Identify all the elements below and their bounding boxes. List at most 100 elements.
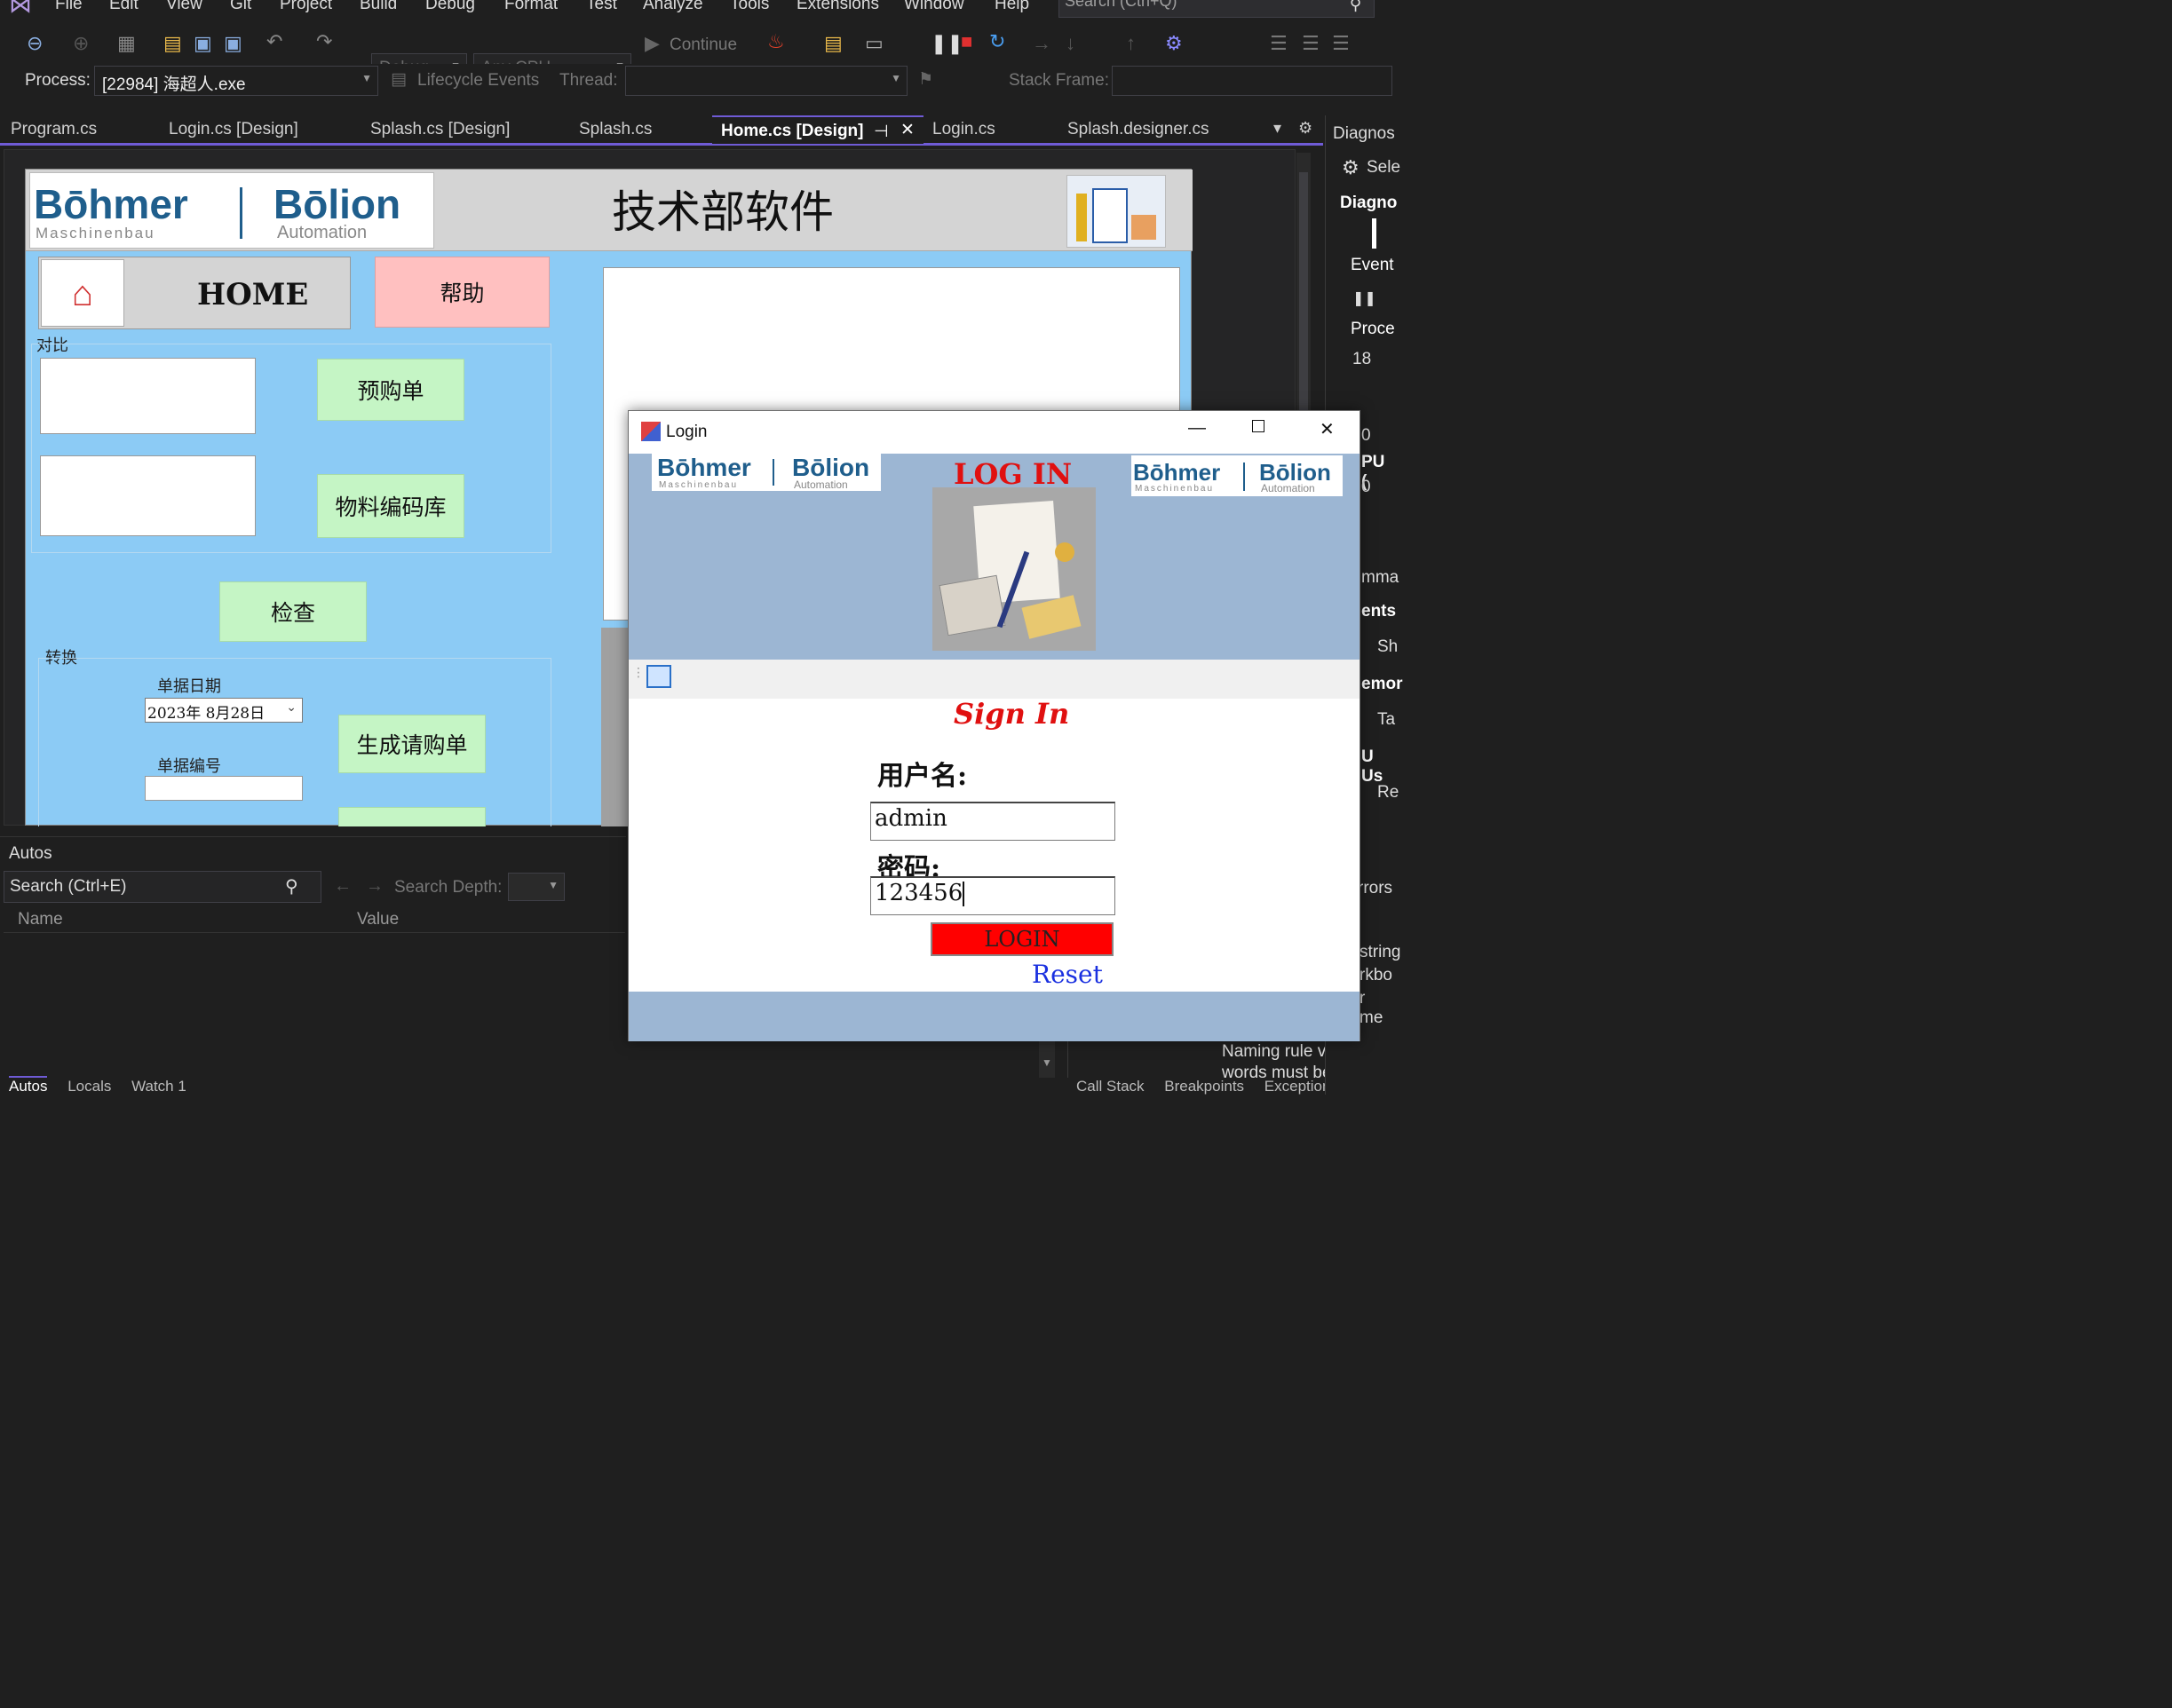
menu-help[interactable]: Help (995, 0, 1029, 14)
hot-reload-icon[interactable]: ♨ (767, 30, 785, 53)
image-icon[interactable] (646, 665, 671, 688)
menu-build[interactable]: Build (360, 0, 397, 14)
autos-search-input[interactable]: Search (Ctrl+E) ⚲ (4, 871, 321, 903)
check-button[interactable]: 检查 (219, 581, 367, 642)
pause-icon[interactable]: ❚❚ (1352, 289, 1376, 307)
menu-analyze[interactable]: Analyze (643, 0, 703, 14)
global-search-input[interactable]: Search (Ctrl+Q) ⚲ (1058, 0, 1375, 18)
errors-tab[interactable]: rrors (1358, 879, 1392, 898)
redo-icon[interactable]: ↷ (316, 30, 332, 53)
compare-textbox-2[interactable] (40, 455, 256, 536)
continue-icon[interactable]: ▶ (645, 32, 660, 55)
forward-arrow-icon[interactable]: → (366, 876, 384, 897)
save-icon[interactable]: ▣ (194, 32, 212, 55)
tab-home-design[interactable]: Home.cs [Design] ⊣ ✕ (712, 115, 923, 144)
diagnostics-icon[interactable]: ⚙ (1165, 32, 1183, 55)
align-icon[interactable]: ☰ (1270, 32, 1288, 55)
menu-extensions[interactable]: Extensions (797, 0, 879, 14)
browser-icon[interactable]: ▭ (865, 32, 884, 55)
tab-login-design[interactable]: Login.cs [Design] (160, 115, 307, 144)
col-value[interactable]: Value (357, 910, 399, 929)
doc-number-textbox[interactable] (145, 776, 303, 801)
generate-requisition-button[interactable]: 生成请购单 (338, 715, 486, 773)
stop-icon[interactable]: ■ (961, 30, 972, 53)
save-all-icon[interactable]: ▣ (224, 32, 242, 55)
process-select[interactable]: [22984] 海超人.exe ▼ (94, 66, 378, 96)
folder-icon[interactable]: ▤ (824, 32, 843, 55)
tab-program-cs[interactable]: Program.cs (2, 115, 106, 144)
align-right-icon[interactable]: ☰ (1332, 32, 1350, 55)
tab-watch[interactable]: Watch 1 (131, 1078, 186, 1095)
summary-tab[interactable]: mma (1361, 568, 1399, 588)
doc-date-picker[interactable]: 2023年 8月28日 ⌄ (145, 698, 303, 723)
tab-autos[interactable]: Autos (9, 1076, 48, 1095)
search-icon[interactable]: ⚲ (285, 875, 298, 897)
password-input[interactable]: 123456 (870, 876, 1115, 915)
menu-tools[interactable]: Tools (730, 0, 769, 14)
close-icon[interactable]: ✕ (1320, 418, 1335, 440)
lifecycle-icon[interactable]: ▤ (391, 69, 407, 90)
back-icon[interactable]: ⊖ (27, 32, 43, 55)
tab-splash-cs[interactable]: Splash.cs (570, 115, 661, 144)
gear-icon[interactable]: ⚙ (1298, 119, 1312, 138)
menu-format[interactable]: Format (504, 0, 558, 14)
partial-button[interactable] (338, 807, 486, 826)
menu-project[interactable]: Project (280, 0, 332, 14)
scroll-thumb[interactable] (1299, 172, 1308, 439)
help-button[interactable]: 帮助 (375, 257, 550, 328)
open-folder-icon[interactable]: ▤ (163, 32, 182, 55)
login-button[interactable]: LOGIN (931, 922, 1114, 956)
back-arrow-icon[interactable]: ← (334, 876, 352, 897)
menu-git[interactable]: Git (230, 0, 251, 14)
scroll-down-icon[interactable]: ▼ (1042, 1056, 1052, 1069)
close-icon[interactable]: ✕ (900, 120, 915, 140)
restart-icon[interactable]: ↻ (989, 30, 1005, 53)
search-depth-select[interactable]: ▼ (508, 873, 565, 901)
preorder-button[interactable]: 预购单 (317, 359, 464, 421)
new-item-icon[interactable]: ▦ (117, 32, 136, 55)
take-snapshot[interactable]: Ta (1377, 710, 1395, 730)
reset-link[interactable]: Reset (1032, 960, 1103, 989)
show-events[interactable]: Sh (1377, 637, 1398, 657)
col-name[interactable]: Name (18, 910, 63, 929)
maximize-icon[interactable] (1252, 420, 1264, 432)
vs-logo-icon[interactable]: ⋈ (9, 0, 32, 19)
tab-locals[interactable]: Locals (67, 1078, 111, 1095)
gear-icon[interactable]: ⚙ (1342, 156, 1359, 179)
menu-edit[interactable]: Edit (109, 0, 139, 14)
record-profile[interactable]: Re (1377, 783, 1399, 803)
continue-button[interactable]: Continue (670, 36, 737, 55)
step-over-icon[interactable]: → (1032, 32, 1051, 55)
tab-list-icon[interactable]: ▾ (1273, 119, 1281, 138)
compare-textbox-1[interactable] (40, 358, 256, 434)
username-input[interactable]: admin (870, 802, 1115, 841)
menu-window[interactable]: Window (904, 0, 964, 14)
events-section[interactable]: Event (1351, 256, 1394, 275)
tab-login-cs[interactable]: Login.cs (923, 115, 1004, 144)
step-into-icon[interactable]: ↓ (1066, 32, 1075, 55)
menu-test[interactable]: Test (586, 0, 617, 14)
stack-frame-select[interactable] (1112, 66, 1392, 96)
menu-debug[interactable]: Debug (425, 0, 475, 14)
minimize-icon[interactable]: — (1188, 418, 1206, 439)
pause-icon[interactable]: ❚❚ (931, 32, 963, 55)
thread-select[interactable]: ▼ (625, 66, 908, 96)
home-button[interactable]: ⌂ HOME (38, 257, 351, 329)
flag-icon[interactable]: ⚑ (918, 69, 933, 90)
process-section[interactable]: Proce (1351, 320, 1395, 339)
tab-splash-designer-cs[interactable]: Splash.designer.cs (1058, 115, 1218, 144)
menu-file[interactable]: File (55, 0, 83, 14)
lifecycle-events-button[interactable]: Lifecycle Events (417, 71, 539, 91)
tab-splash-design[interactable]: Splash.cs [Design] (361, 115, 519, 144)
align-center-icon[interactable]: ☰ (1302, 32, 1320, 55)
select-tools[interactable]: Sele (1367, 158, 1400, 178)
forward-icon[interactable]: ⊕ (73, 32, 89, 55)
tab-call-stack[interactable]: Call Stack (1076, 1078, 1145, 1095)
undo-icon[interactable]: ↶ (266, 30, 282, 53)
step-out-icon[interactable]: ↑ (1126, 32, 1136, 55)
autos-vscroll[interactable]: ▼ (1039, 1039, 1055, 1078)
tab-breakpoints[interactable]: Breakpoints (1164, 1078, 1244, 1095)
pin-icon[interactable]: ⊣ (874, 122, 889, 142)
material-code-button[interactable]: 物料编码库 (317, 474, 464, 538)
menu-view[interactable]: View (166, 0, 202, 14)
